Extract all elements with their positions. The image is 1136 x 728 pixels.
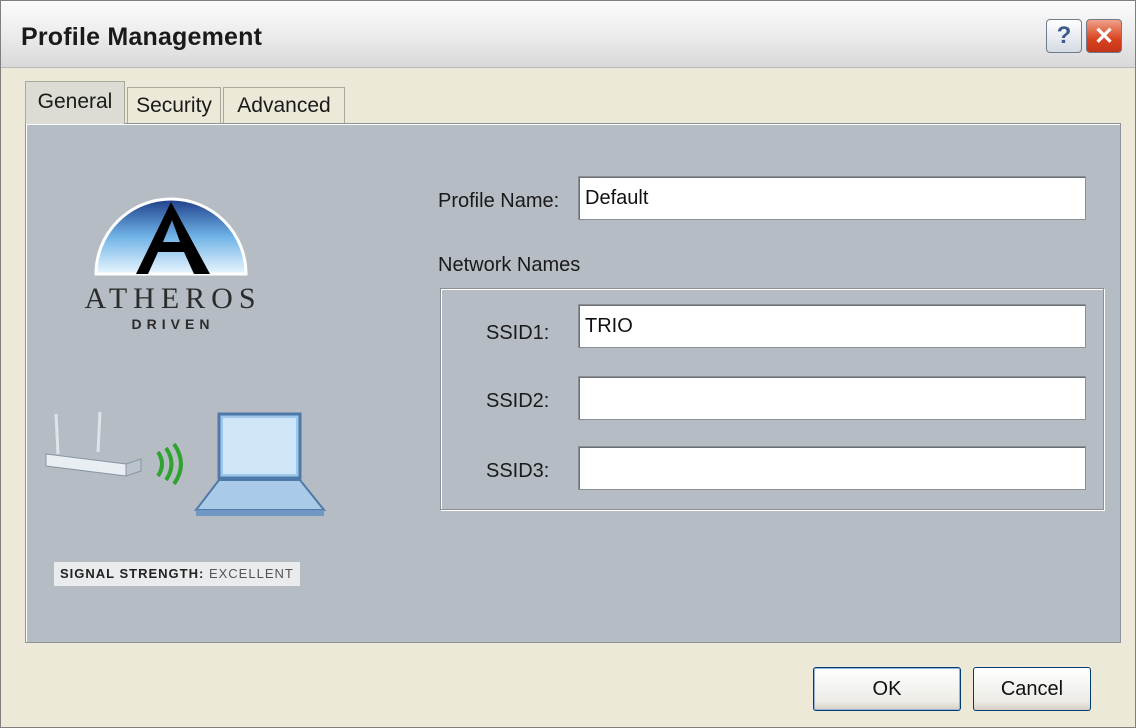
signal-strength-value: EXCELLENT	[208, 566, 294, 581]
ssid1-input[interactable]	[578, 304, 1086, 348]
tab-advanced[interactable]: Advanced	[223, 87, 345, 123]
profile-name-input[interactable]	[578, 176, 1086, 220]
help-button[interactable]: ?	[1046, 19, 1082, 53]
signal-strength-label: SIGNAL STRENGTH:	[60, 566, 205, 581]
title-bar[interactable]: Profile Management ? ✕	[1, 1, 1135, 68]
close-button[interactable]: ✕	[1086, 19, 1122, 53]
signal-strength: SIGNAL STRENGTH: EXCELLENT	[54, 562, 300, 586]
tab-security[interactable]: Security	[127, 87, 221, 123]
ssid2-input[interactable]	[578, 376, 1086, 420]
ssid2-label: SSID2:	[486, 390, 550, 412]
window-title: Profile Management	[21, 23, 263, 51]
brand-tagline: DRIVEN	[131, 316, 215, 332]
ssid3-label: SSID3:	[486, 460, 550, 482]
profile-name-label: Profile Name:	[438, 190, 560, 212]
cancel-button[interactable]: Cancel	[973, 667, 1091, 711]
general-tab-panel: ATHEROS DRIVEN SIGNAL STRENGTH: EXCELLEN…	[25, 123, 1121, 643]
profile-management-window: Profile Management ? ✕ General Security …	[0, 0, 1136, 728]
ssid1-label: SSID1:	[486, 322, 550, 344]
brand-name: ATHEROS	[84, 282, 262, 315]
router-laptop-icon	[45, 411, 327, 516]
ok-button[interactable]: OK	[813, 667, 961, 711]
tab-general[interactable]: General	[25, 81, 125, 124]
network-names-label: Network Names	[438, 254, 581, 276]
ssid3-input[interactable]	[578, 446, 1086, 490]
